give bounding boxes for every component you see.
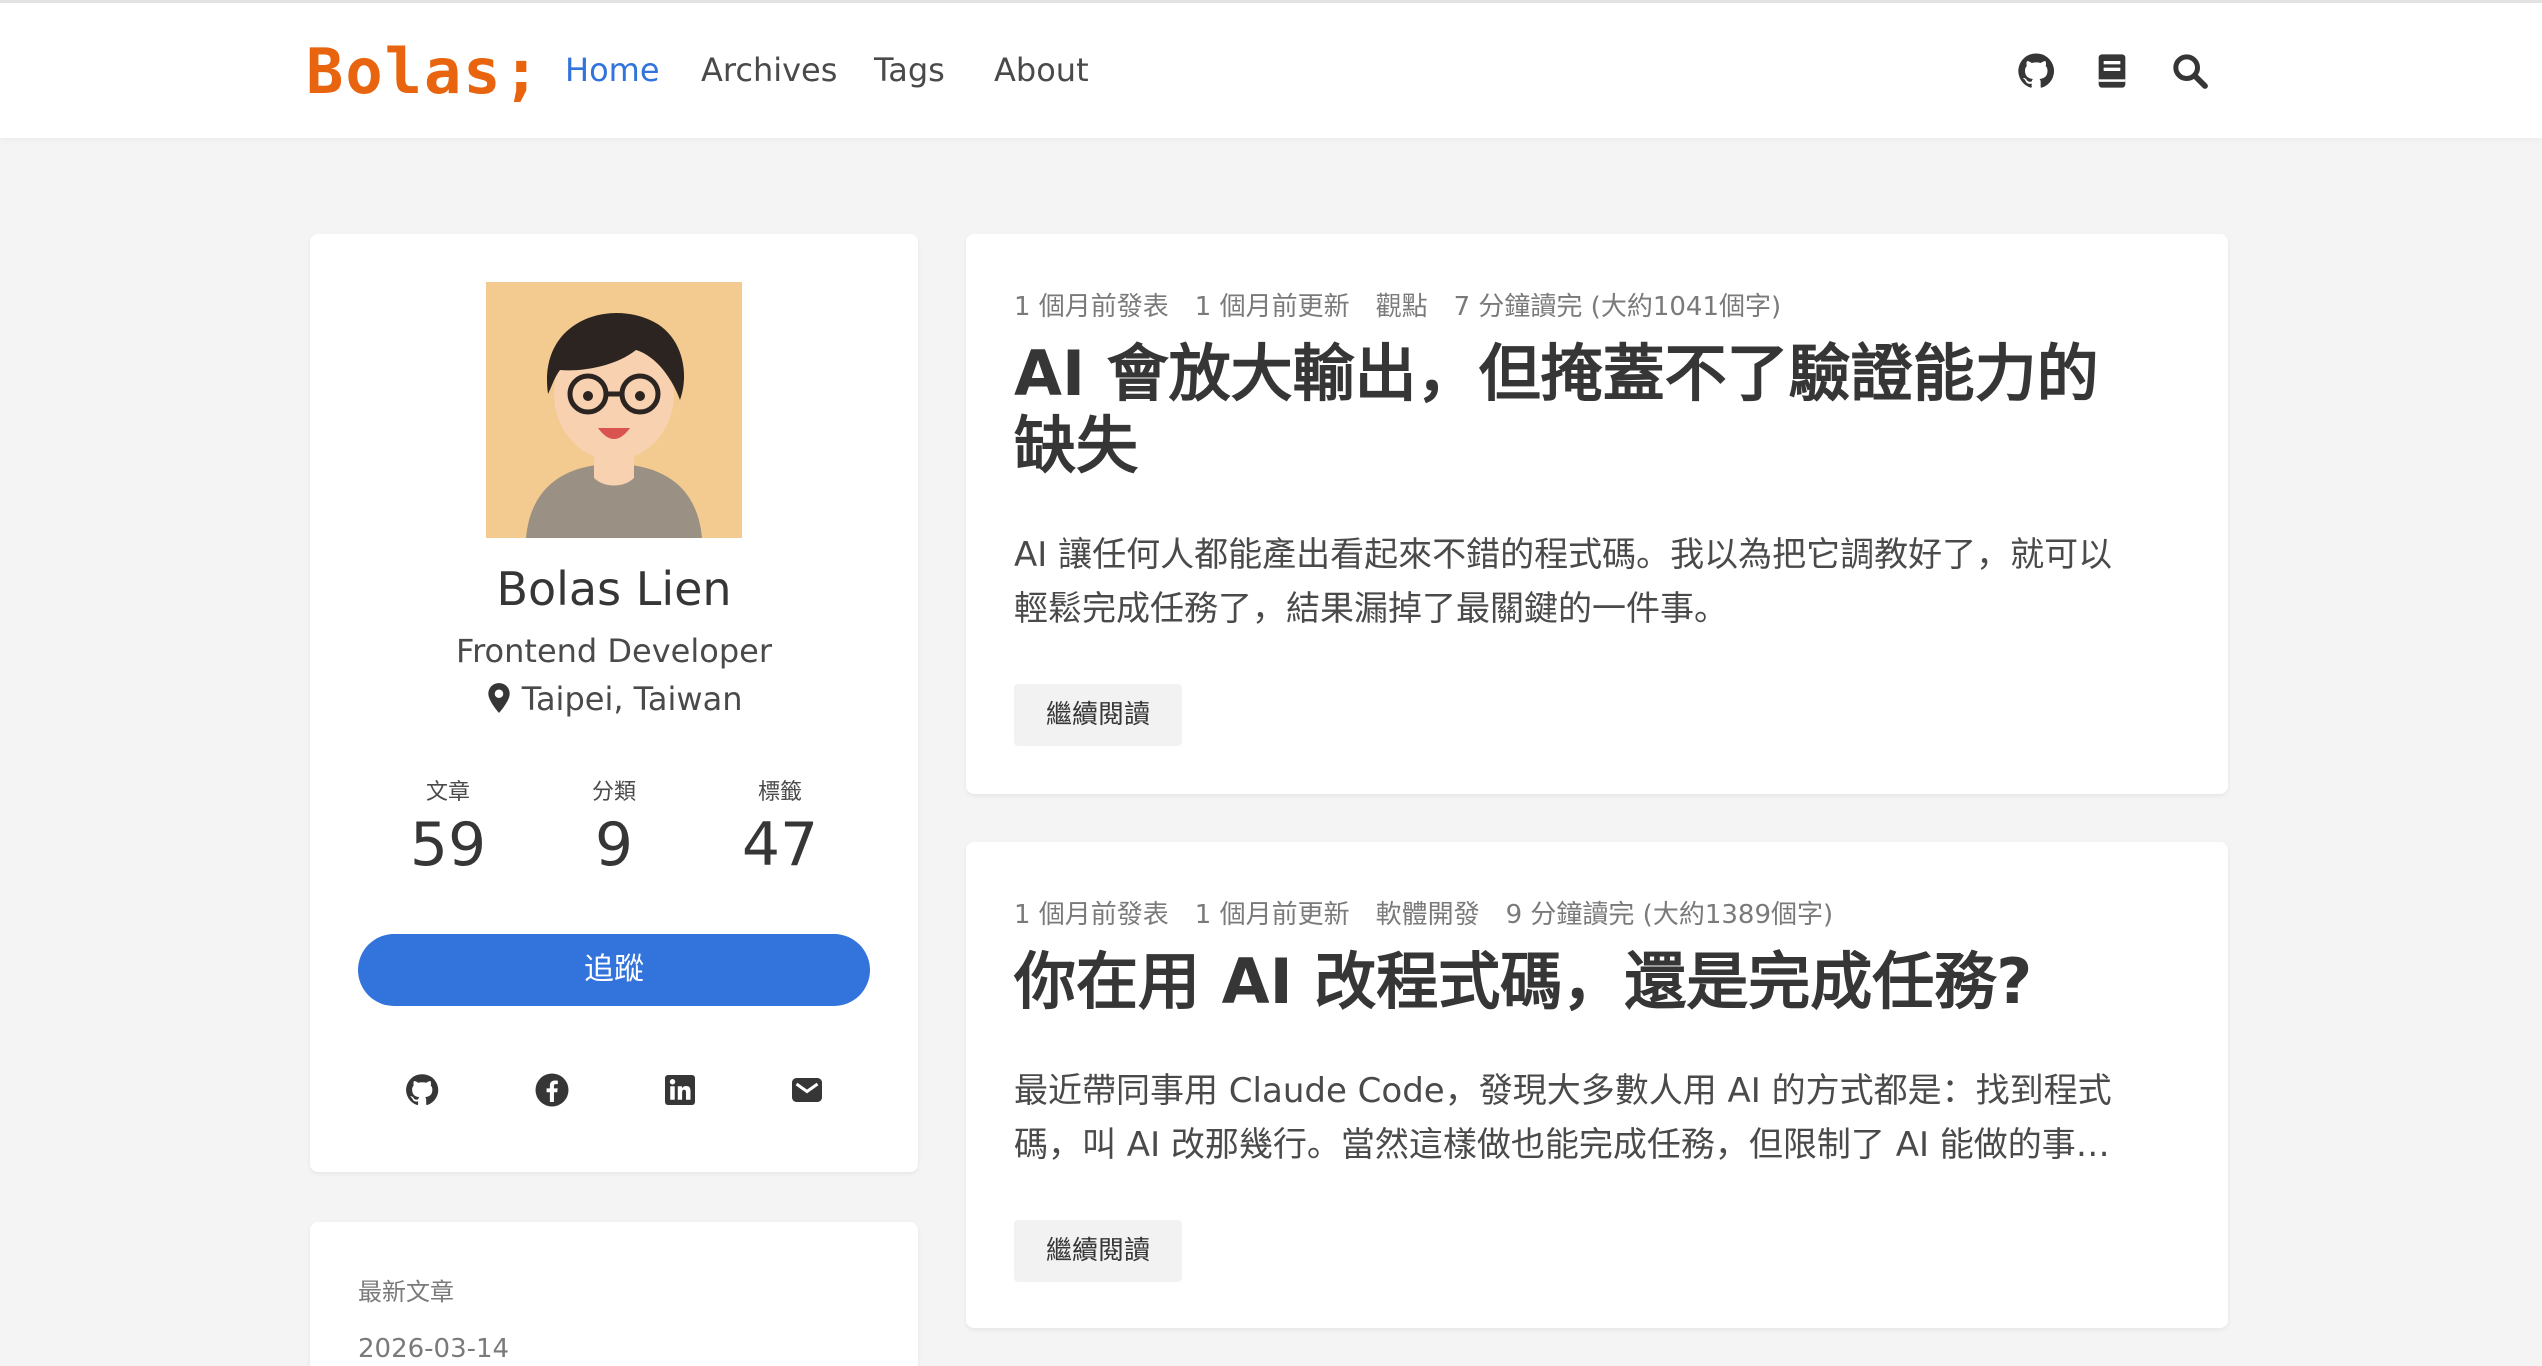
- read-more-button[interactable]: 繼續閱讀: [1014, 684, 1182, 746]
- post-title[interactable]: 你在用 AI 改程式碼，還是完成任務?: [1014, 946, 2164, 1018]
- email-icon[interactable]: [789, 1072, 825, 1108]
- post-title[interactable]: AI 會放大輸出，但掩蓋不了驗證能力的 缺失: [1014, 338, 2164, 482]
- follow-button[interactable]: 追蹤: [358, 934, 870, 1006]
- nav-item-home[interactable]: Home: [565, 51, 660, 89]
- read-more-button[interactable]: 繼續閱讀: [1014, 1220, 1182, 1282]
- github-icon[interactable]: [2016, 51, 2056, 91]
- post-meta: 1 個月前發表 1 個月前更新 軟體開發 9 分鐘讀完 (大約1389個字): [1014, 900, 1834, 930]
- profile-role: Frontend Developer: [456, 632, 772, 670]
- post-excerpt: 最近帶同事用 Claude Code，發現大多數人用 AI 的方式都是：找到程式…: [1014, 1064, 2164, 1172]
- post-title-line[interactable]: 缺失: [1014, 410, 2164, 482]
- post-meta: 1 個月前發表 1 個月前更新 觀點 7 分鐘讀完 (大約1041個字): [1014, 292, 1782, 322]
- search-icon[interactable]: [2170, 51, 2210, 91]
- map-pin-icon: [487, 683, 510, 713]
- book-icon[interactable]: [2092, 51, 2132, 91]
- stat-value-categories[interactable]: 9: [534, 810, 694, 880]
- stat-value-tags[interactable]: 47: [700, 810, 860, 880]
- post-excerpt: AI 讓任何人都能產出看起來不錯的程式碼。我以為把它調教好了，就可以 輕鬆完成任…: [1014, 528, 2164, 636]
- stat-label-categories[interactable]: 分類: [534, 774, 694, 806]
- stat-label-posts[interactable]: 文章: [368, 774, 528, 806]
- stat-value-posts[interactable]: 59: [368, 810, 528, 880]
- site-logo[interactable]: Bolas;: [306, 35, 542, 108]
- recent-posts-heading: 最新文章: [358, 1278, 454, 1306]
- profile-name: Bolas Lien: [496, 562, 732, 616]
- profile-location-text: Taipei, Taiwan: [521, 680, 743, 718]
- profile-location: Taipei, Taiwan: [310, 680, 918, 718]
- nav-item-archives[interactable]: Archives: [701, 51, 837, 89]
- facebook-icon[interactable]: [534, 1072, 570, 1108]
- linkedin-icon[interactable]: [662, 1072, 698, 1108]
- nav-item-about[interactable]: About: [994, 51, 1089, 89]
- stat-label-tags[interactable]: 標籤: [700, 774, 860, 806]
- post-title-line[interactable]: AI 會放大輸出，但掩蓋不了驗證能力的: [1014, 338, 2164, 410]
- github-icon[interactable]: [404, 1072, 440, 1108]
- recent-post-date: 2026-03-14: [358, 1334, 510, 1364]
- top-navbar: Bolas; Home Archives Tags About: [0, 0, 2542, 138]
- post-excerpt-line: 碼，叫 AI 改那幾行。當然這樣做也能完成任務，但限制了 AI 能做的事…: [1014, 1125, 2110, 1165]
- post-excerpt-line: AI 讓任何人都能產出看起來不錯的程式碼。我以為把它調教好了，就可以: [1014, 535, 2113, 575]
- avatar: [486, 282, 742, 538]
- nav-item-tags[interactable]: Tags: [874, 51, 945, 89]
- post-excerpt-line: 輕鬆完成任務了，結果漏掉了最關鍵的一件事。: [1014, 589, 1728, 629]
- post-excerpt-line: 最近帶同事用 Claude Code，發現大多數人用 AI 的方式都是：找到程式: [1014, 1071, 2112, 1111]
